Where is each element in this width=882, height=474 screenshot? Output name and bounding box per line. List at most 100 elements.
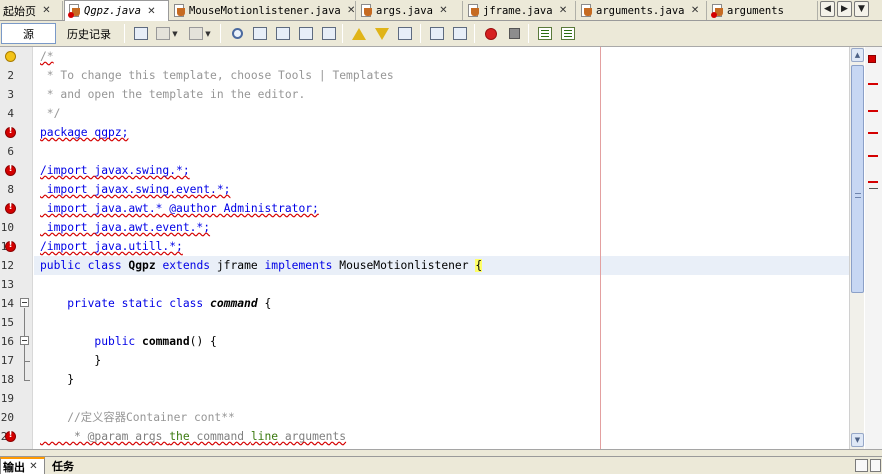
selection-icon[interactable] <box>320 24 338 43</box>
forward-dropdown-icon[interactable]: ▼ <box>153 24 181 43</box>
tab-label: jframe.java <box>483 4 553 17</box>
tab-args-java[interactable]: args.java ✕ <box>357 1 463 20</box>
fold-end-marker <box>24 380 30 381</box>
start-macro-icon[interactable] <box>482 24 500 43</box>
bottom-panel-tabs: 输出 ✕ 任务 <box>0 456 882 474</box>
splitter[interactable] <box>0 449 882 456</box>
line-number: 12 <box>0 259 14 272</box>
code-line: import javax.swing.event.*; <box>40 183 231 196</box>
close-icon[interactable]: ✕ <box>346 5 357 16</box>
error-stripe-mark[interactable] <box>868 110 878 112</box>
toggle-highlight-icon[interactable] <box>297 24 315 43</box>
scroll-up-icon[interactable]: ▲ <box>851 48 864 62</box>
stop-macro-icon[interactable] <box>505 24 523 43</box>
code-line: /import javax.swing.*; <box>40 164 190 177</box>
hint-bulb-icon[interactable] <box>5 51 16 62</box>
java-file-icon <box>580 3 593 18</box>
code-line: * @param args the command line arguments <box>40 430 347 443</box>
line-number: 8 <box>7 183 14 196</box>
error-icon[interactable] <box>5 430 16 442</box>
history-view-button[interactable]: 历史记录 <box>60 23 118 44</box>
tab-label: MouseMotionlistener.java <box>189 4 341 17</box>
line-number: 2 <box>7 69 14 82</box>
close-icon[interactable]: ✕ <box>438 5 449 16</box>
code-line: //定义容器Container cont** <box>40 411 235 424</box>
code-fold-column <box>18 47 32 449</box>
code-line: * and open the template in the editor. <box>40 88 306 101</box>
tab-output[interactable]: 输出 ✕ <box>0 457 45 474</box>
error-summary-icon[interactable] <box>868 55 876 63</box>
error-icon[interactable] <box>5 240 16 252</box>
tab-list-menu-icon[interactable]: ▼ <box>854 1 869 17</box>
find-next-icon[interactable] <box>274 24 292 43</box>
fold-end-marker <box>24 361 30 362</box>
line-number: 16 <box>0 335 14 348</box>
tab-arguments-java[interactable]: arguments.java ✕ <box>577 1 707 20</box>
tab-qgpz-java[interactable]: Qgpz.java ✕ <box>64 0 169 21</box>
vertical-scrollbar[interactable]: ▲ ▼ <box>849 47 864 449</box>
line-number-gutter: 1 2 3 4 5 6 7 8 9 10 11 12 13 14 15 16 1… <box>0 47 33 449</box>
line-number: 18 <box>0 373 14 386</box>
tab-tasks[interactable]: 任务 <box>50 457 100 474</box>
close-icon[interactable]: ✕ <box>28 461 39 472</box>
line-number: 10 <box>0 221 14 234</box>
code-line: * To change this template, choose Tools … <box>40 69 394 82</box>
toolbar-separator <box>420 24 421 43</box>
error-stripe-mark[interactable] <box>868 132 878 134</box>
code-line: private static class command { <box>40 297 272 310</box>
tab-jframe-java[interactable]: jframe.java ✕ <box>464 1 576 20</box>
code-line: package qgpz; <box>40 126 129 139</box>
tab-label: 起始页 <box>3 4 36 18</box>
code-editor[interactable]: 1 2 3 4 5 6 7 8 9 10 11 12 13 14 15 16 1… <box>0 47 882 449</box>
previous-bookmark-icon[interactable] <box>350 24 368 43</box>
code-line: */ <box>40 107 61 120</box>
scroll-tabs-right-icon[interactable]: ▶ <box>837 1 852 17</box>
toggle-bookmark-icon[interactable] <box>396 24 414 43</box>
minimize-panel-icon[interactable] <box>855 459 868 472</box>
editor-toolbar: 源 历史记录 ▼ ▼ <box>0 21 882 47</box>
matching-brace: { <box>475 259 483 272</box>
fold-collapse-icon[interactable] <box>20 336 29 345</box>
tab-label: Qgpz.java <box>84 5 141 17</box>
close-icon[interactable]: ✕ <box>558 5 569 16</box>
uncomment-icon[interactable] <box>559 24 577 43</box>
code-line: /import java.utill.*; <box>40 240 183 253</box>
error-stripe-mark[interactable] <box>868 155 878 157</box>
shift-right-icon[interactable] <box>451 24 469 43</box>
tab-start-page[interactable]: 起始页 ✕ <box>0 1 63 20</box>
line-number: 4 <box>7 107 14 120</box>
error-icon[interactable] <box>5 164 16 176</box>
scroll-down-icon[interactable]: ▼ <box>851 433 864 447</box>
maximize-panel-icon[interactable] <box>870 459 881 472</box>
next-bookmark-icon[interactable] <box>373 24 391 43</box>
error-icon[interactable] <box>5 126 16 138</box>
close-icon[interactable]: ✕ <box>690 5 701 16</box>
toolbar-separator <box>220 24 221 43</box>
java-file-error-icon <box>68 4 81 18</box>
scroll-tabs-left-icon[interactable]: ◀ <box>820 1 835 17</box>
error-stripe-mark[interactable] <box>868 83 878 85</box>
error-stripe[interactable] <box>865 47 882 449</box>
close-icon[interactable]: ✕ <box>41 5 52 16</box>
find-previous-icon[interactable] <box>251 24 269 43</box>
source-view-button[interactable]: 源 <box>1 23 56 44</box>
tab-mousemotionlistener-java[interactable]: MouseMotionlistener.java ✕ <box>170 1 356 20</box>
fold-collapse-icon[interactable] <box>20 298 29 307</box>
java-file-icon <box>467 3 480 18</box>
tab-arguments[interactable]: arguments <box>708 1 818 20</box>
line-number: 19 <box>0 392 14 405</box>
history-dropdown-icon[interactable]: ▼ <box>186 24 214 43</box>
find-icon[interactable] <box>228 24 246 43</box>
toolbar-separator <box>528 24 529 43</box>
close-icon[interactable]: ✕ <box>146 6 157 17</box>
back-icon[interactable] <box>132 24 150 43</box>
comment-icon[interactable] <box>536 24 554 43</box>
error-icon[interactable] <box>5 202 16 214</box>
scroll-thumb[interactable] <box>851 65 864 293</box>
code-area[interactable]: /* * To change this template, choose Too… <box>34 47 849 449</box>
error-stripe-mark[interactable] <box>868 181 878 183</box>
shift-left-icon[interactable] <box>428 24 446 43</box>
line-number: 6 <box>7 145 14 158</box>
code-line: import java.awt.* @author Administrator; <box>40 202 319 215</box>
code-line: } <box>40 354 102 367</box>
